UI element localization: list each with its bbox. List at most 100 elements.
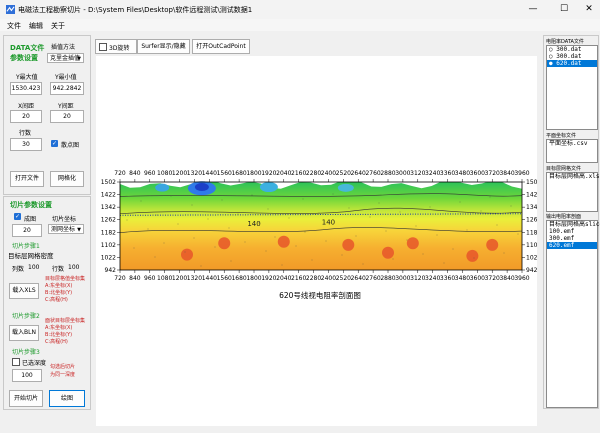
contour-input[interactable]: 20: [12, 224, 42, 237]
slice-settings-title: 切片参数设置: [10, 201, 52, 209]
data-point: [385, 230, 387, 232]
cols-label: 列数: [12, 266, 25, 273]
mesh-button[interactable]: 网格化: [50, 171, 84, 187]
data-file-item[interactable]: ○ 300.dat: [547, 53, 597, 60]
data-point: [237, 213, 239, 215]
rotate-3d-label: 3D旋转: [109, 45, 130, 52]
x-tick-label-bottom: 3120: [410, 275, 425, 282]
data-point: [406, 239, 408, 241]
x-tick-label-top: 2280: [306, 170, 321, 177]
plane-file-item[interactable]: 平面坐标.csv: [547, 140, 597, 147]
data-point: [369, 216, 371, 218]
low-anomaly-core: [194, 183, 209, 192]
start-slice-button[interactable]: 开始切片: [9, 390, 43, 407]
plane-file-box[interactable]: 平面坐标.csv: [546, 139, 598, 163]
data-point: [267, 208, 269, 210]
step2-title: 切片步骤2: [12, 313, 40, 320]
x-tick-label-top: 1200: [172, 170, 187, 177]
maximize-button[interactable]: ☐: [551, 0, 577, 19]
x-tick-label-top: 1440: [202, 170, 217, 177]
app-icon: [6, 5, 15, 14]
x-tick-label-bottom: 2160: [291, 275, 306, 282]
x-tick-label-bottom: 1200: [172, 275, 187, 282]
chart-output-item[interactable]: 目标层网格高slice.xls: [547, 221, 600, 228]
x-tick-label-bottom: 3600: [470, 275, 485, 282]
y-tick-label-left: 1182: [101, 229, 116, 236]
high-anomaly: [342, 238, 355, 251]
open-outcad-button[interactable]: 打开OutCadPoint: [192, 39, 250, 54]
x-tick-label-top: 3000: [395, 170, 410, 177]
data-point: [156, 214, 158, 216]
data-point: [126, 219, 128, 221]
data-file-item[interactable]: ○ 300.dat: [547, 46, 597, 53]
high-anomaly: [181, 248, 193, 261]
data-point: [207, 218, 209, 220]
chevron-down-icon: ▼: [77, 227, 81, 233]
data-point: [274, 236, 276, 238]
x-tick-label-top: 720: [114, 170, 126, 177]
cols-value[interactable]: 100: [28, 264, 39, 271]
chart-output-item[interactable]: 100.emf: [547, 228, 597, 235]
ystep-input[interactable]: 20: [50, 110, 84, 123]
xstep-input[interactable]: 20: [10, 110, 42, 123]
x-tick-label-top: 3360: [440, 170, 455, 177]
y-tick-label-left: 1342: [101, 204, 116, 211]
step3-check-label: 已选深度: [22, 360, 47, 367]
draw-button[interactable]: 绘图: [49, 390, 85, 407]
chart-output-item-selected[interactable]: 620.emf: [547, 242, 597, 249]
interp-method-select[interactable]: 克里金插值 ▼: [47, 53, 84, 63]
menu-file[interactable]: 文件: [7, 21, 21, 31]
x-tick-label-top: 2640: [351, 170, 366, 177]
data-point: [399, 211, 401, 213]
data-point: [200, 265, 202, 267]
x-tick-label-bottom: 3720: [485, 275, 500, 282]
surfer-toggle-button[interactable]: Surfer显示/隐藏: [137, 39, 190, 54]
x-tick-label-bottom: 840: [129, 275, 141, 282]
x-tick-label-top: 1800: [246, 170, 261, 177]
rotate-3d-checkbox[interactable]: [99, 43, 107, 51]
contour-label: 140: [322, 218, 335, 226]
pointmap-checkbox[interactable]: ✓: [51, 140, 58, 147]
data-point: [355, 235, 357, 237]
minimize-button[interactable]: —: [520, 0, 546, 19]
y-tick-label-right: 1502: [526, 179, 537, 186]
load-bln-button[interactable]: 载入BLN: [9, 325, 39, 341]
slice-rows-value[interactable]: 100: [68, 264, 79, 271]
step3-input[interactable]: 100: [12, 369, 42, 382]
plane-file-label: 平面坐标文件: [546, 133, 577, 139]
x-tick-label-top: 3120: [410, 170, 425, 177]
rows-input[interactable]: 30: [10, 138, 42, 151]
open-file-button[interactable]: 打开文件: [10, 171, 44, 187]
data-point: [466, 229, 468, 231]
y-tick-label-left: 1102: [101, 242, 116, 249]
x-tick-label-top: 1560: [217, 170, 232, 177]
menu-edit[interactable]: 编辑: [29, 21, 43, 31]
data-point: [177, 223, 179, 225]
data-point: [230, 260, 232, 262]
step3-checkbox[interactable]: [12, 358, 20, 366]
ymin-input[interactable]: 942.2842: [50, 82, 84, 95]
x-tick-label-bottom: 2040: [276, 275, 291, 282]
data-file-item-selected[interactable]: ● 620.dat: [547, 60, 597, 67]
data-point: [214, 246, 216, 248]
data-file-list[interactable]: ○ 300.dat ○ 300.dat ● 620.dat: [546, 45, 598, 130]
data-point: [302, 198, 304, 200]
close-button[interactable]: ✕: [576, 0, 600, 19]
y-tick-label-left: 942: [105, 267, 117, 274]
contour-checkbox[interactable]: ✓: [14, 213, 21, 220]
data-files-label: 电阻率DATA文件: [546, 39, 584, 45]
chart-output-item[interactable]: 300.emf: [547, 235, 597, 242]
data-point: [170, 195, 172, 197]
ymax-input[interactable]: 1530.423: [10, 82, 42, 95]
rotate-3d-toggle[interactable]: 3D旋转: [95, 39, 137, 54]
chart-output-list[interactable]: 目标层网格高slice.xls 100.emf 300.emf 620.emf: [546, 220, 600, 408]
data-point: [304, 231, 306, 233]
x-tick-label-top: 1920: [261, 170, 276, 177]
target-file-item[interactable]: 目标层网格高.xls: [547, 173, 599, 180]
menu-about[interactable]: 关于: [51, 21, 65, 31]
data-point: [184, 251, 186, 253]
x-tick-label-bottom: 1320: [187, 275, 202, 282]
target-file-box[interactable]: 目标层网格高.xls: [546, 172, 599, 212]
x-tick-label-bottom: 3960: [514, 275, 529, 282]
slice-coord-select[interactable]: 测网坐标 ▼: [48, 224, 84, 234]
